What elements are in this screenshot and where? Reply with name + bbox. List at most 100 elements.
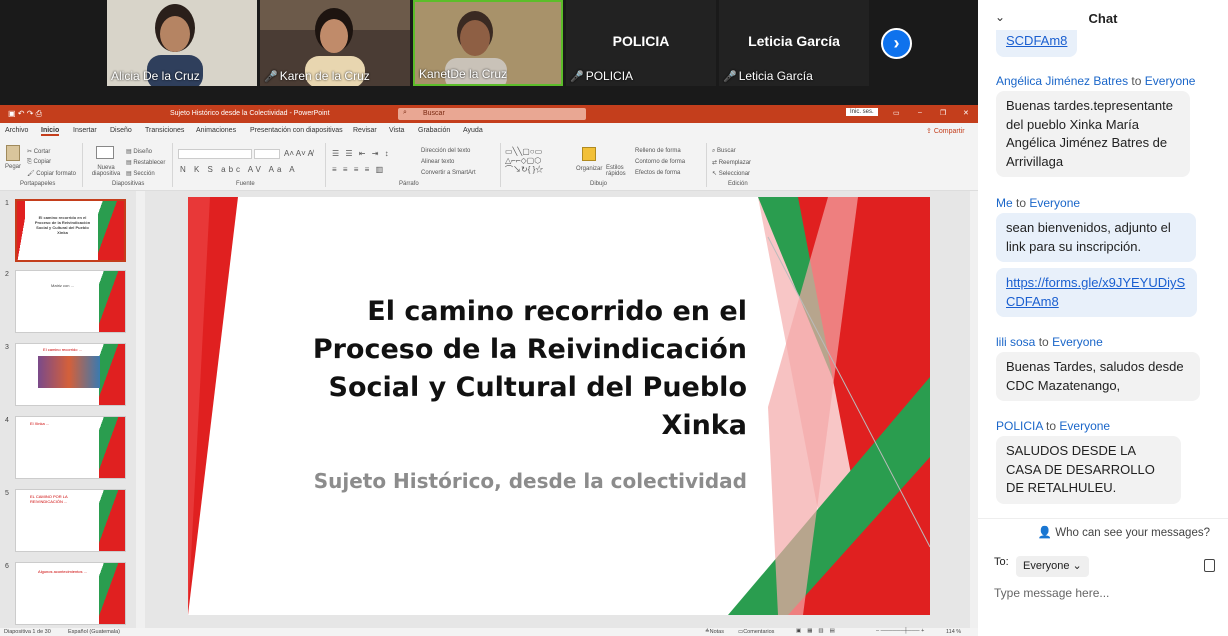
sign-in-button[interactable]: Inic. ses. <box>846 108 878 116</box>
thumbnail-text: El camino recorrido ... <box>43 347 82 352</box>
chat-title: Chat <box>1088 11 1118 26</box>
arrange-icon[interactable] <box>582 147 596 161</box>
chat-message-bubble: SALUDOS DESDE LA CASA DE DESARROLLO DE R… <box>996 436 1181 504</box>
slide-canvas: El camino recorrido en el Proceso de la … <box>146 191 970 628</box>
participant-tile-active-speaker[interactable]: KanetDe la Cruz <box>413 0 563 86</box>
format-painter-button[interactable]: 🖌 Copiar formato <box>27 170 76 177</box>
chat-message-bubble: https://forms.gle/x9JYEYUDiySCDFAm8 <box>996 268 1197 317</box>
new-slide-button[interactable]: Nueva diapositiva <box>89 165 123 177</box>
tab-diseno[interactable]: Diseño <box>110 127 132 134</box>
section-button[interactable]: ▤ Sección <box>126 170 155 177</box>
autosave-icon[interactable]: ▣ ↶ ↷ ⎙ <box>8 109 42 119</box>
font-size-select[interactable] <box>254 149 280 159</box>
replace-button[interactable]: ⇄ Reemplazar <box>712 159 751 166</box>
search-icon: ⌕ <box>403 109 407 116</box>
tab-ayuda[interactable]: Ayuda <box>463 127 483 134</box>
language-indicator[interactable]: Español (Guatemala) <box>68 629 120 635</box>
participant-tile[interactable]: Leticia García 🎤 Leticia García <box>719 0 869 86</box>
tab-inicio[interactable]: Inicio <box>41 127 60 136</box>
font-style-buttons[interactable]: N K S abc AV Aa A <box>180 165 298 174</box>
participant-tile[interactable]: POLICIA 🎤 POLICIA <box>566 0 716 86</box>
minimize-icon[interactable]: – <box>918 109 922 116</box>
next-participants-button[interactable]: › <box>881 28 912 59</box>
close-icon[interactable]: ✕ <box>963 109 969 117</box>
tab-grabacion[interactable]: Grabación <box>418 127 450 134</box>
align-text-button[interactable]: Alinear texto <box>421 159 454 165</box>
search-placeholder: Buscar <box>423 110 445 117</box>
reset-button[interactable]: ▤ Restablecer <box>126 159 165 166</box>
font-size-buttons[interactable]: A˄ A˅ A̸ <box>284 149 313 158</box>
tab-revisar[interactable]: Revisar <box>353 127 377 134</box>
view-buttons[interactable]: ▣▦▥▤ <box>796 628 841 634</box>
search-box[interactable]: ⌕ Buscar <box>398 108 586 120</box>
file-icon[interactable] <box>1204 559 1215 572</box>
new-slide-icon[interactable] <box>96 146 114 159</box>
slide-thumbnail[interactable]: El Xinka ... <box>15 416 126 479</box>
layout-button[interactable]: ▤ Diseño <box>126 148 152 155</box>
copy-button[interactable]: ⎘ Copiar <box>27 159 51 166</box>
shape-fill-button[interactable]: Relleno de forma <box>635 148 681 154</box>
chat-message-bubble: Buenas Tardes, saludos desde CDC Mazaten… <box>996 352 1200 401</box>
slide-thumbnail-selected[interactable]: El camino recorrido en el Proceso de la … <box>15 199 126 262</box>
paste-icon[interactable] <box>6 145 20 161</box>
tab-archivo[interactable]: Archivo <box>5 127 28 134</box>
tab-vista[interactable]: Vista <box>389 127 404 134</box>
chat-link[interactable]: https://forms.gle/x9JYEYUDiySCDFAm8 <box>1006 275 1185 309</box>
slide-thumbnail[interactable]: Matriz con ... <box>15 270 126 333</box>
thumbnails-scrollbar[interactable] <box>136 191 145 628</box>
smartart-button[interactable]: Convertir a SmartArt <box>421 170 476 176</box>
arrange-button[interactable]: Organizar <box>576 166 602 172</box>
slide-title: El camino recorrido en el Proceso de la … <box>312 296 747 441</box>
share-button[interactable]: ⇪ Compartir <box>926 127 965 135</box>
shape-outline-button[interactable]: Contorno de forma <box>635 159 685 165</box>
quick-styles-button[interactable]: Estilos rápidos <box>606 165 632 177</box>
comments-button[interactable]: ▭Comentarios <box>738 629 774 635</box>
participant-tile[interactable]: Alicia De la Cruz <box>107 0 257 86</box>
video-strip: Alicia De la Cruz 🎤 Karen de la Cruz Kane… <box>0 0 978 105</box>
align-buttons[interactable]: ≡ ≡ ≡ ≡ ▥ <box>332 165 385 174</box>
select-button[interactable]: ↖ Seleccionar <box>712 170 750 177</box>
slide-counter: Diapositiva 1 de 30 <box>4 629 51 635</box>
ribbon-display-icon[interactable]: ▭ <box>893 109 900 117</box>
recipient-select[interactable]: Everyone ⌄ <box>1016 556 1089 577</box>
text-direction-button[interactable]: Dirección del texto <box>421 148 470 154</box>
message-input[interactable] <box>994 584 1214 602</box>
slide-thumbnail[interactable]: EL CAMINO POR LA REIVINDICACIÓN ... <box>15 489 126 552</box>
who-can-see-link[interactable]: 👤 Who can see your messages? <box>978 525 1228 539</box>
font-family-select[interactable] <box>178 149 252 159</box>
shape-effects-button[interactable]: Efectos de forma <box>635 170 680 176</box>
tab-insertar[interactable]: Insertar <box>73 127 97 134</box>
tab-animaciones[interactable]: Animaciones <box>196 127 236 134</box>
tab-presentacion[interactable]: Presentación con diapositivas <box>250 127 343 134</box>
status-bar: Diapositiva 1 de 30 Español (Guatemala) … <box>0 628 978 636</box>
thumbnail-green-shape <box>99 344 125 405</box>
chat-link[interactable]: SCDFAm8 <box>1006 33 1067 48</box>
slide-thumbnail[interactable]: El camino recorrido ... <box>15 343 126 406</box>
current-slide[interactable]: El camino recorrido en el Proceso de la … <box>188 197 930 615</box>
zoom-slider[interactable]: – ──────┼─── + <box>876 628 924 634</box>
notes-button[interactable]: ≙Notas <box>705 629 724 635</box>
thumbnail-red-shape <box>17 201 25 260</box>
thumbnail-green-shape <box>99 490 125 551</box>
slide-thumbnail[interactable]: Algunos acontecimientos ... <box>15 562 126 625</box>
shapes-gallery[interactable]: ▭╲╲▢○▭ △⌐⌐◇▢⬡ ⌒↘↻{ }☆ <box>505 147 573 177</box>
list-buttons[interactable]: ☰ ☰ ⇤ ⇥ ↕ <box>332 149 391 158</box>
maximize-icon[interactable]: ❐ <box>940 109 946 117</box>
thumbnail-green-shape <box>99 417 125 478</box>
slide-scrollbar[interactable] <box>970 191 978 628</box>
divider <box>706 143 707 187</box>
paste-label[interactable]: Pegar <box>5 164 21 170</box>
participant-tile[interactable]: 🎤 Karen de la Cruz <box>260 0 410 86</box>
chat-message-bubble: Buenas tardes.tepresentante del pueblo X… <box>996 91 1190 177</box>
find-button[interactable]: ⌕ Buscar <box>712 148 736 155</box>
thumbnail-number: 2 <box>5 271 9 278</box>
thumbnail-number: 5 <box>5 490 9 497</box>
cut-button[interactable]: ✂ Cortar <box>27 148 50 155</box>
participant-name: Alicia De la Cruz <box>111 69 200 83</box>
mic-off-icon: 🎤 <box>264 71 278 83</box>
thumbnail-text: EL CAMINO POR LA REIVINDICACIÓN ... <box>30 494 68 504</box>
ppt-titlebar: ▣ ↶ ↷ ⎙ Sujeto Histórico desde la Colect… <box>0 105 978 123</box>
tab-transiciones[interactable]: Transiciones <box>145 127 184 134</box>
group-label: Párrafo <box>399 181 419 187</box>
zoom-level[interactable]: 114 % <box>946 629 961 635</box>
